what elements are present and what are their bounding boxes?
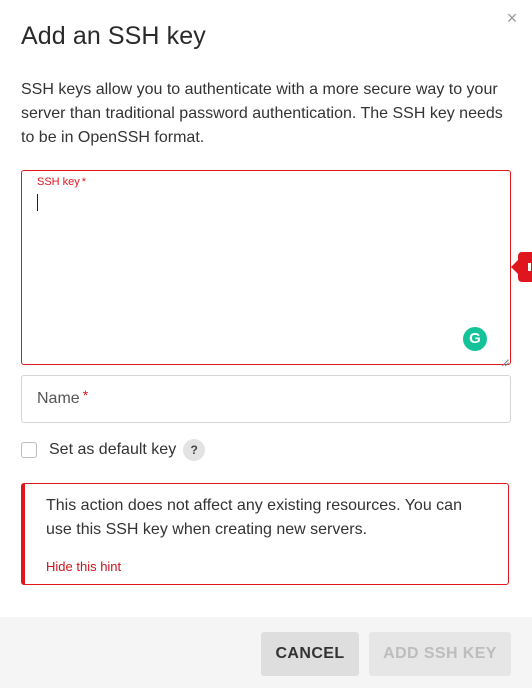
grammarly-icon[interactable]: G [463,327,487,351]
hint-text: This action does not affect any existing… [46,497,462,538]
name-label-text: Name [37,390,80,407]
ssh-key-textarea[interactable]: SSH key * G [21,170,511,365]
text-caret [37,194,38,211]
dialog-footer: CANCEL ADD SSH KEY [0,617,532,688]
default-key-checkbox[interactable] [21,442,37,458]
dialog-description: SSH keys allow you to authenticate with … [21,81,503,146]
default-key-row: Set as default key ? [21,438,206,462]
name-input[interactable]: Name * [21,375,511,423]
add-ssh-key-button[interactable]: ADD SSH KEY [369,632,511,676]
name-label: Name * [37,387,89,408]
hint-box: This action does not affect any existing… [21,483,509,585]
ssh-key-label: SSH key * [37,176,86,188]
required-mark: * [82,387,89,403]
dialog-title: Add an SSH key [21,22,206,50]
default-key-label[interactable]: Set as default key [49,441,176,459]
close-icon[interactable]: × [504,9,520,27]
error-indicator-icon [511,252,532,282]
add-ssh-key-dialog: × Add an SSH key SSH keys allow you to a… [0,0,532,688]
ssh-key-label-text: SSH key [37,176,80,188]
hide-hint-link[interactable]: Hide this hint [46,559,121,574]
resize-handle[interactable] [501,355,509,363]
cancel-button[interactable]: CANCEL [261,632,359,676]
help-icon[interactable]: ? [183,439,206,461]
required-mark: * [81,176,87,188]
